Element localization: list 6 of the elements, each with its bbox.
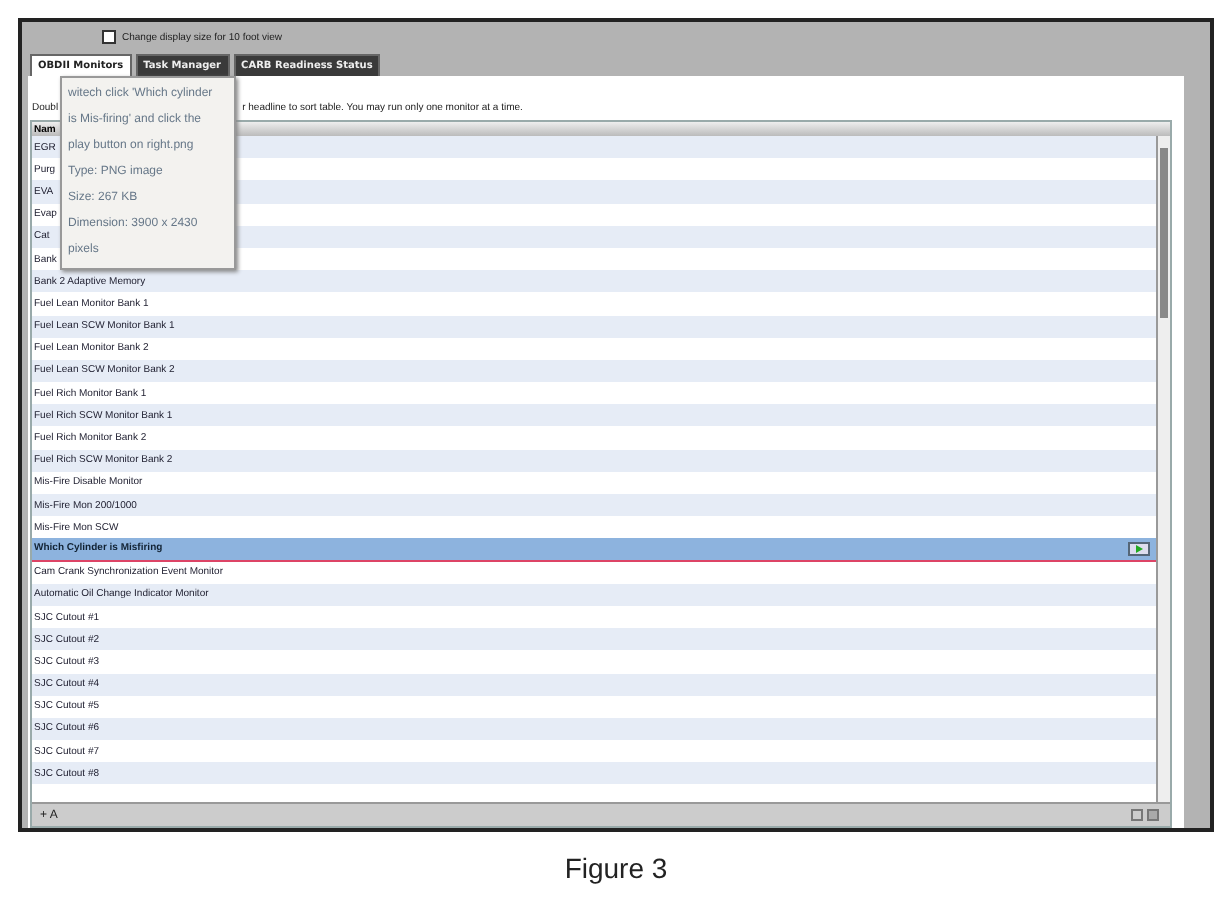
play-button[interactable] [1128, 541, 1150, 556]
figure-caption: Figure 3 [564, 852, 668, 884]
toolbar-icons[interactable] [1130, 808, 1162, 822]
play-icon [1134, 543, 1144, 554]
checkbox[interactable] [102, 30, 116, 44]
scrollbar[interactable] [1156, 136, 1170, 802]
